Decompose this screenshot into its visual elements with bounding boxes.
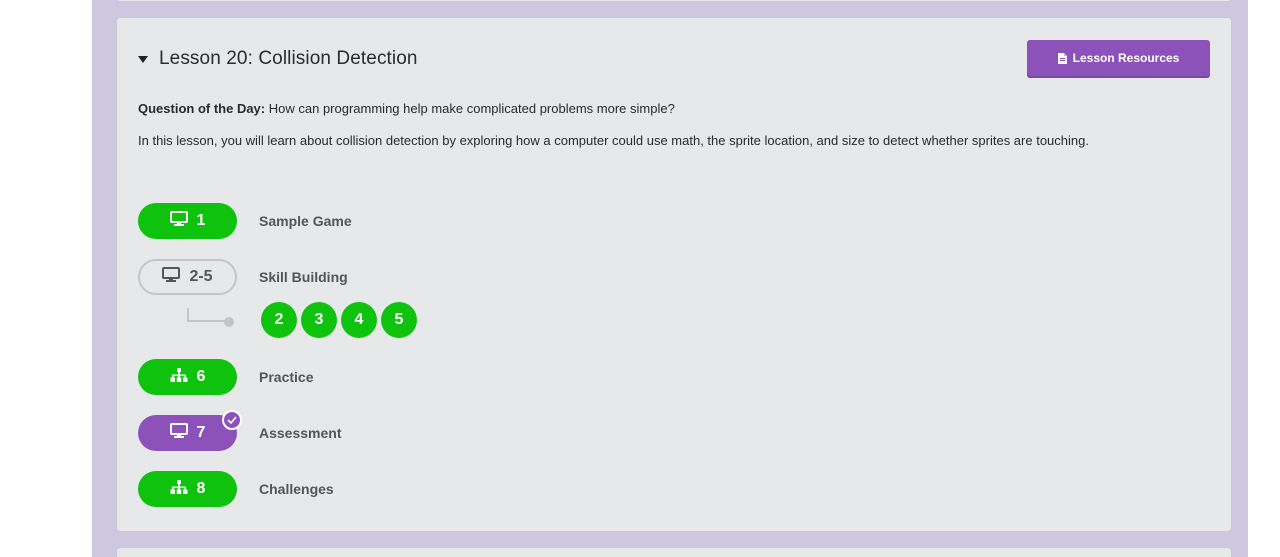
sitemap-icon — [170, 367, 188, 388]
level-row-6: 6 Practice — [138, 359, 313, 395]
sublevel-group: 2 3 4 5 — [261, 302, 417, 338]
level-row-8: 8 Challenges — [138, 471, 334, 507]
level-row-7: 7 Assessment — [138, 410, 342, 451]
sublevel-connector-dot — [224, 317, 234, 327]
level-row-1: 1 Sample Game — [138, 203, 352, 239]
previous-lesson-card — [116, 0, 1232, 2]
question-of-the-day: Question of the Day: How can programming… — [138, 101, 675, 116]
level-bubble-6[interactable]: 6 — [138, 359, 237, 395]
sublevel-bubble-5[interactable]: 5 — [381, 302, 417, 338]
lesson-card: Lesson 20: Collision Detection Lesson Re… — [116, 17, 1232, 532]
level-name[interactable]: Practice — [259, 369, 313, 385]
lesson-title: Lesson 20: Collision Detection — [159, 48, 418, 69]
level-name[interactable]: Skill Building — [259, 269, 348, 285]
desktop-icon — [169, 422, 188, 444]
sublevel-connector — [187, 308, 229, 322]
level-number: 2-5 — [189, 268, 213, 285]
level-bubble-1[interactable]: 1 — [138, 203, 237, 239]
caret-down-icon — [138, 56, 148, 63]
sitemap-icon — [170, 479, 188, 500]
sublevel-bubble-2[interactable]: 2 — [261, 302, 297, 338]
file-icon — [1057, 52, 1067, 64]
sublevel-bubble-3[interactable]: 3 — [301, 302, 337, 338]
level-number: 7 — [196, 424, 206, 441]
level-name[interactable]: Sample Game — [259, 213, 352, 229]
lesson-resources-button[interactable]: Lesson Resources — [1027, 40, 1210, 76]
lesson-header-toggle[interactable]: Lesson 20: Collision Detection — [138, 48, 418, 70]
sublevel-bubble-4[interactable]: 4 — [341, 302, 377, 338]
lesson-resources-label: Lesson Resources — [1072, 51, 1180, 65]
level-name[interactable]: Challenges — [259, 481, 334, 497]
level-number: 1 — [196, 212, 206, 229]
level-bubble-7[interactable]: 7 — [138, 410, 242, 451]
desktop-icon — [162, 266, 181, 288]
lesson-description: In this lesson, you will learn about col… — [138, 133, 1089, 148]
check-icon — [222, 410, 242, 430]
qotd-label: Question of the Day: — [138, 101, 266, 116]
level-number: 8 — [196, 480, 206, 497]
level-row-2-5: 2-5 Skill Building — [138, 259, 348, 295]
level-bubble-2-5[interactable]: 2-5 — [138, 259, 237, 295]
next-lesson-card — [116, 547, 1232, 557]
level-bubble-8[interactable]: 8 — [138, 471, 237, 507]
desktop-icon — [169, 210, 188, 232]
level-number: 6 — [196, 368, 206, 385]
qotd-text: How can programming help make complicate… — [268, 101, 675, 116]
level-name[interactable]: Assessment — [259, 425, 342, 441]
